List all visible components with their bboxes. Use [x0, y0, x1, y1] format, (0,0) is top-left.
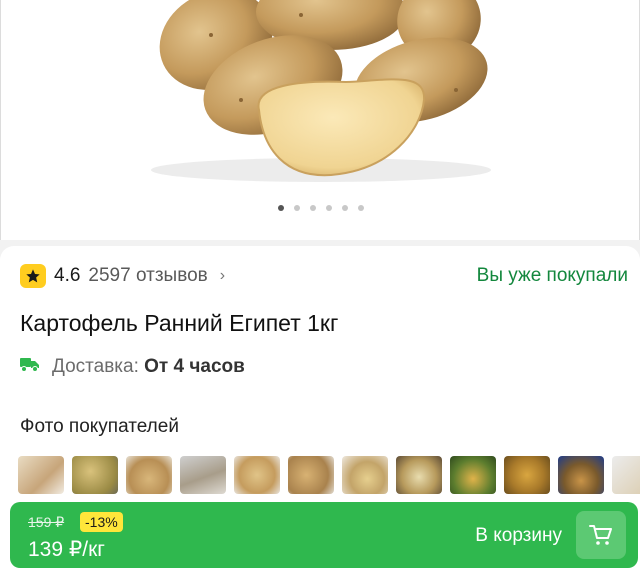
delivery-value: От 4 часов — [144, 356, 245, 377]
delivery-truck-icon — [20, 356, 40, 378]
product-image-gallery[interactable] — [0, 0, 640, 240]
old-price: 159 ₽ — [28, 514, 65, 530]
customer-photo[interactable] — [180, 456, 226, 494]
cart-icon[interactable] — [576, 511, 626, 559]
customer-photo[interactable] — [612, 456, 640, 494]
reviews-count-link[interactable]: 2597 отзывов — [88, 265, 207, 287]
customer-photo[interactable] — [450, 456, 496, 494]
product-title: Картофель Ранний Египет 1кг — [20, 310, 339, 336]
customer-photo[interactable] — [504, 456, 550, 494]
add-to-cart-button[interactable]: В корзину — [475, 525, 562, 547]
potato-image — [151, 0, 491, 182]
chevron-right-icon: › — [219, 267, 226, 284]
customer-photo[interactable] — [558, 456, 604, 494]
add-to-cart-bar[interactable]: 159 ₽ -13% 139 ₽/кг В корзину — [10, 502, 638, 568]
customer-photo[interactable] — [234, 456, 280, 494]
discount-badge: -13% — [80, 512, 123, 532]
customer-photo[interactable] — [18, 456, 64, 494]
current-price: 139 ₽/кг — [28, 538, 105, 561]
customer-photo[interactable] — [342, 456, 388, 494]
gallery-pagination — [1, 205, 639, 211]
rating-value: 4.6 — [54, 265, 81, 286]
gallery-dot[interactable] — [326, 205, 332, 211]
rating-row[interactable]: 4.6 2597 отзывов › — [20, 264, 225, 288]
gallery-dot[interactable] — [358, 205, 364, 211]
customer-photo[interactable] — [72, 456, 118, 494]
customer-photos-title: Фото покупателей — [20, 416, 179, 437]
gallery-dot[interactable] — [342, 205, 348, 211]
delivery-label: Доставка: — [52, 356, 139, 377]
customer-photo[interactable] — [288, 456, 334, 494]
gallery-dot[interactable] — [310, 205, 316, 211]
customer-photo[interactable] — [126, 456, 172, 494]
gallery-dot[interactable] — [294, 205, 300, 211]
delivery-info: Доставка: От 4 часов — [20, 356, 245, 378]
customer-photos-strip[interactable] — [18, 456, 640, 494]
gallery-dot[interactable] — [278, 205, 284, 211]
customer-photo[interactable] — [396, 456, 442, 494]
star-icon — [20, 264, 46, 288]
already-bought-link[interactable]: Вы уже покупали — [477, 265, 628, 287]
